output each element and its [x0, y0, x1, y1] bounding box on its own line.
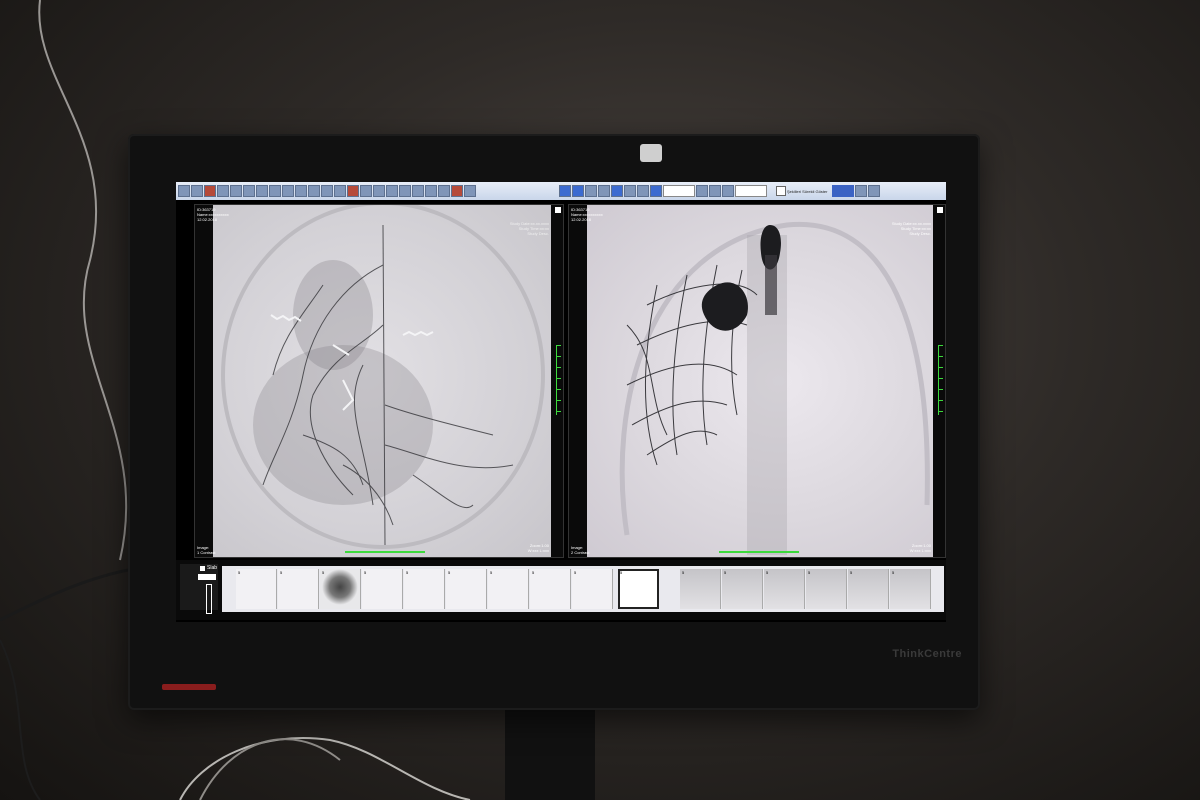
thumbnail[interactable]: 5: [806, 569, 847, 609]
overlay-checkbox[interactable]: [776, 186, 786, 196]
monitor-stand: [505, 710, 595, 800]
slab-checkbox[interactable]: [200, 566, 205, 571]
stop-icon[interactable]: [624, 185, 636, 197]
pan-tool-icon[interactable]: [191, 185, 203, 197]
measure-tool-icon[interactable]: [295, 185, 307, 197]
thumbnail[interactable]: 5: [488, 569, 529, 609]
overlay-bottom-right: Zoom:1.00 W:xxx L:xxx: [527, 543, 549, 553]
overlay-bottom-right: Zoom:1.00 W:xxx L:xxx: [909, 543, 931, 553]
slab-panel: Slab: [180, 564, 218, 614]
ruler: [556, 345, 561, 415]
speed-select[interactable]: [663, 185, 695, 197]
layout-tool-icon[interactable]: [230, 185, 242, 197]
text-tool-icon[interactable]: [321, 185, 333, 197]
next-icon[interactable]: [650, 185, 662, 197]
thumbnail[interactable]: 5: [278, 569, 319, 609]
delete-tool-icon[interactable]: [451, 185, 463, 197]
angiogram-image-1: [213, 205, 553, 557]
overlay-top-left: ID:363719 Name:xxxxxxxxxx 12.02.2018: [571, 207, 603, 222]
loop-icon[interactable]: [696, 185, 708, 197]
thumbnail[interactable]: 5: [848, 569, 889, 609]
close-viewport-icon[interactable]: [555, 207, 561, 213]
viewport-2[interactable]: ID:363719 Name:xxxxxxxxxx 12.02.2018 Stu…: [568, 204, 946, 558]
layout-1x1-icon[interactable]: [559, 185, 571, 197]
select-tool-icon[interactable]: [178, 185, 190, 197]
toolbar: Şekilleri Sürekli Göster: [176, 182, 946, 200]
thumbnail[interactable]: 5: [680, 569, 721, 609]
overlay-checkbox-label: Şekilleri Sürekli Göster: [787, 188, 828, 194]
thumbnail[interactable]: 5: [362, 569, 403, 609]
brand-logo: ThinkCentre: [892, 648, 962, 660]
compare-icon[interactable]: [722, 185, 734, 197]
rect-tool-icon[interactable]: [373, 185, 385, 197]
window-level-icon[interactable]: [282, 185, 294, 197]
play-icon[interactable]: [611, 185, 623, 197]
thumbnail[interactable]: 5: [890, 569, 931, 609]
slab-label: Slab: [207, 565, 218, 571]
freehand-tool-icon[interactable]: [386, 185, 398, 197]
angiogram-image-2: [587, 205, 935, 557]
thumbnail-strip: 5 5 5 5 5 5 5 5 5 5 5 5 5 5 5 5: [222, 566, 944, 612]
thumbnail[interactable]: 5: [446, 569, 487, 609]
overlay-bottom-left: Image: 2 Contrast: [571, 545, 590, 555]
sync-icon[interactable]: [598, 185, 610, 197]
overlay-top-right: Study Date:xx.xx.xxxx Study Time:xx:xx S…: [509, 221, 549, 236]
thumbnail[interactable]: 5: [722, 569, 763, 609]
viewport-1[interactable]: ID:363719 Name:xxxxxxxxxx 12.02.2018 Stu…: [194, 204, 564, 558]
print-tool-icon[interactable]: [425, 185, 437, 197]
thumbnail[interactable]: 5: [404, 569, 445, 609]
invert-tool-icon[interactable]: [269, 185, 281, 197]
screen: Şekilleri Sürekli Göster ID:363719 Name:…: [176, 182, 946, 622]
thumbnail-selected[interactable]: 5: [618, 569, 659, 609]
thumbnail[interactable]: 5: [320, 569, 361, 609]
thumbnail-bar: Slab 5 5 5 5 5 5 5 5 5 5 5 5 5 5 5 5: [176, 560, 946, 620]
angiogram-vessels-2: [619, 221, 930, 555]
zoom-tool-icon[interactable]: [217, 185, 229, 197]
prev-icon[interactable]: [637, 185, 649, 197]
preset-select[interactable]: [735, 185, 767, 197]
settings-tool-icon[interactable]: [464, 185, 476, 197]
layout-2x2-icon[interactable]: [585, 185, 597, 197]
slab-slider[interactable]: [206, 584, 212, 614]
power-led-strip: [162, 684, 216, 690]
capture-icon[interactable]: [709, 185, 721, 197]
ellipse-tool-icon[interactable]: [360, 185, 372, 197]
close-viewport-icon[interactable]: [937, 207, 943, 213]
cine-tool-icon[interactable]: [399, 185, 411, 197]
thumbnail[interactable]: 5: [236, 569, 277, 609]
ruler: [938, 345, 943, 415]
scale-bar: [719, 551, 799, 553]
close-window-icon[interactable]: [868, 185, 881, 197]
thumbnail[interactable]: 5: [530, 569, 571, 609]
scale-bar: [345, 551, 425, 553]
webcam: [640, 144, 662, 162]
arrow-tool-icon[interactable]: [334, 185, 346, 197]
overlay-top-left: ID:363719 Name:xxxxxxxxxx 12.02.2018: [197, 207, 229, 222]
window-button[interactable]: [832, 185, 855, 197]
thumbnail[interactable]: 5: [572, 569, 613, 609]
flip-tool-icon[interactable]: [256, 185, 268, 197]
rotate-tool-icon[interactable]: [243, 185, 255, 197]
thumbnail[interactable]: 5: [764, 569, 805, 609]
marker-tool-icon[interactable]: [347, 185, 359, 197]
slab-select[interactable]: [198, 574, 216, 580]
angiogram-vessels-1: [221, 205, 545, 549]
export-tool-icon[interactable]: [438, 185, 450, 197]
angle-tool-icon[interactable]: [308, 185, 320, 197]
monitor: ThinkCentre Şekilleri Sürekli Göster ID:…: [128, 134, 980, 710]
reset-tool-icon[interactable]: [412, 185, 424, 197]
color-tool-icon[interactable]: [204, 185, 216, 197]
layout-1x2-icon[interactable]: [572, 185, 584, 197]
minimize-icon[interactable]: [855, 185, 868, 197]
overlay-bottom-left: Image: 1 Contrast: [197, 545, 216, 555]
overlay-top-right: Study Date:xx.xx.xxxx Study Time:xx:xx S…: [891, 221, 931, 236]
